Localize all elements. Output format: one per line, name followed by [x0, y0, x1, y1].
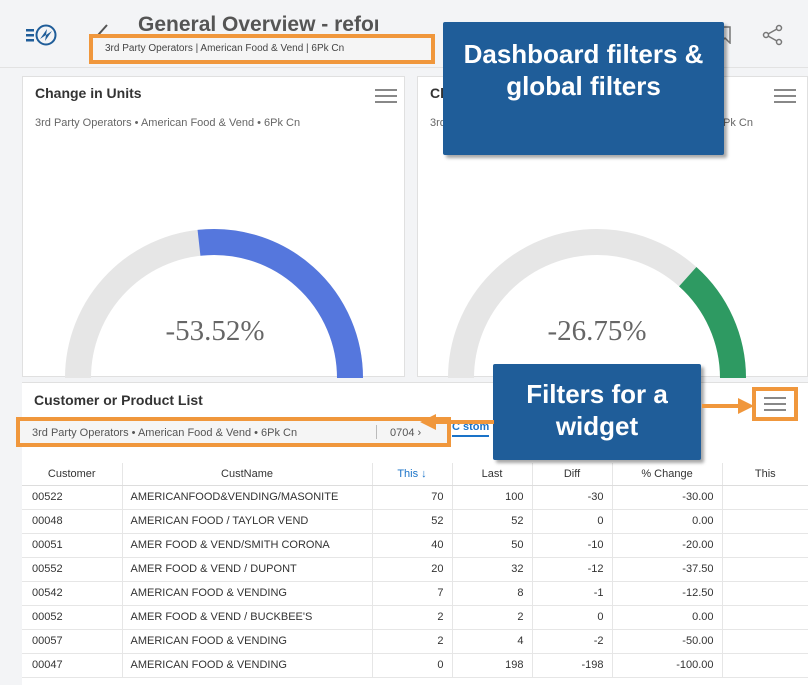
table-cell: 00048 — [22, 509, 122, 534]
widget-menu-button[interactable] — [752, 387, 798, 421]
widget-title: Customer or Product List — [34, 392, 203, 408]
table-cell: 7 — [371, 581, 452, 606]
table-cell: -2 — [531, 629, 612, 654]
table-cell: 2 — [371, 629, 452, 654]
widget-menu-icon[interactable] — [764, 397, 786, 413]
table-row[interactable]: 00522 AMERICANFOOD&VENDING/MASONITE 70 100-… — [22, 485, 808, 510]
table-cell: 4 — [451, 629, 532, 654]
table-cell: 20 — [371, 557, 452, 582]
table-cell: -37.50 — [611, 557, 722, 582]
table-cell: -10 — [531, 533, 612, 558]
column-header-diff[interactable]: Diff — [531, 463, 612, 486]
table-row[interactable]: 00047 AMERICAN FOOD & VENDING 0 198 -198 -100… — [22, 653, 808, 678]
table-cell: AMERICAN FOOD / TAYLOR VEND — [121, 509, 372, 534]
table-cell: 40 — [371, 533, 452, 558]
table-cell: AMERICANFOOD&VENDING/MASONITE — [121, 485, 372, 510]
callout-widget-filters: Filters for a widget — [493, 364, 701, 460]
table-cell: -50.00 — [611, 629, 722, 654]
table-cell: AMER FOOD & VEND/SMITH CORONA — [121, 533, 372, 558]
table-cell: 00542 — [22, 581, 122, 606]
column-header-custname[interactable]: CustName — [121, 463, 372, 486]
customer-table: Customer CustName This ↓ Last Diff % Cha… — [22, 463, 808, 678]
table-cell: 100 — [451, 485, 532, 510]
widget-filters-text: 3rd Party Operators • American Food & Ve… — [32, 427, 298, 439]
table-cell — [721, 533, 808, 558]
table-cell: -100.00 — [611, 653, 722, 678]
table-cell — [721, 557, 808, 582]
widget-filters-bar[interactable]: 3rd Party Operators • American Food & Ve… — [16, 417, 451, 447]
table-cell: 52 — [371, 509, 452, 534]
table-cell: AMERICAN FOOD & VENDING — [121, 653, 372, 678]
callout-arrow-right — [702, 398, 754, 414]
table-cell: 00057 — [22, 629, 122, 654]
table-cell: 2 — [451, 605, 532, 630]
callout-dashboard-filters: Dashboard filters & global filters — [443, 22, 724, 155]
table-cell — [721, 629, 808, 654]
column-header-customer[interactable]: Customer — [22, 463, 122, 486]
widget-filter-code[interactable]: 0704 › — [390, 427, 421, 439]
table-cell: -1 — [531, 581, 612, 606]
table-cell — [721, 485, 808, 510]
table-cell: 50 — [451, 533, 532, 558]
table-cell: 00047 — [22, 653, 122, 678]
app-logo-icon[interactable] — [26, 24, 62, 46]
table-cell: 32 — [451, 557, 532, 582]
table-cell: AMER FOOD & VEND / BUCKBEE'S — [121, 605, 372, 630]
table-cell: -198 — [531, 653, 612, 678]
table-cell: 2 — [371, 605, 452, 630]
gauge-value: -53.52% — [165, 315, 265, 347]
gauge-track — [448, 229, 746, 378]
column-header-this-2[interactable]: This — [721, 463, 808, 486]
table-row[interactable]: 00048 AMERICAN FOOD / TAYLOR VEND 52 52 0 0.0… — [22, 509, 808, 534]
table-cell: 0.00 — [611, 509, 722, 534]
table-cell: AMERICAN FOOD & VENDING — [121, 581, 372, 606]
table-cell: 70 — [371, 485, 452, 510]
table-cell: -30 — [531, 485, 612, 510]
filter-divider — [376, 425, 377, 439]
table-cell: 00552 — [22, 557, 122, 582]
table-cell: -12.50 — [611, 581, 722, 606]
table-cell: 0 — [531, 605, 612, 630]
table-row[interactable]: 00052 AMER FOOD & VEND / BUCKBEE'S 2 2 0 0.00 — [22, 605, 808, 630]
gauge-fill — [197, 229, 363, 378]
table-cell: 00052 — [22, 605, 122, 630]
table-cell: 0.00 — [611, 605, 722, 630]
table-cell: 0 — [531, 509, 612, 534]
table-cell: AMERICAN FOOD & VENDING — [121, 629, 372, 654]
gauge-value: -26.75% — [547, 315, 647, 347]
table-row[interactable]: 00552 AMER FOOD & VEND / DUPONT 20 32 -12 -37… — [22, 557, 808, 582]
column-header-this[interactable]: This ↓ — [371, 463, 452, 486]
table-cell: -20.00 — [611, 533, 722, 558]
dashboard-filters-bar[interactable]: 3rd Party Operators | American Food & Ve… — [89, 34, 435, 64]
table-cell — [721, 653, 808, 678]
table-cell: AMER FOOD & VEND / DUPONT — [121, 557, 372, 582]
gauge-card-change-in-units: Change in Units 3rd Party Operators • Am… — [22, 76, 405, 378]
table-cell: -30.00 — [611, 485, 722, 510]
share-icon[interactable] — [762, 24, 784, 46]
table-row[interactable]: 00051 AMER FOOD & VEND/SMITH CORONA 40 50 -1… — [22, 533, 808, 558]
table-cell: 0 — [371, 653, 452, 678]
table-cell: 00051 — [22, 533, 122, 558]
table-cell: 00522 — [22, 485, 122, 510]
table-cell — [721, 581, 808, 606]
table-cell: 198 — [451, 653, 532, 678]
table-row[interactable]: 00057 AMERICAN FOOD & VENDING 2 4 -2 -50.00 — [22, 629, 808, 654]
gauge-track — [65, 229, 363, 378]
table-cell — [721, 605, 808, 630]
table-cell: -12 — [531, 557, 612, 582]
table-cell — [721, 509, 808, 534]
callout-arrow-left — [420, 414, 494, 430]
table-cell: 52 — [451, 509, 532, 534]
column-header-last[interactable]: Last — [451, 463, 532, 486]
table-header-row: Customer CustName This ↓ Last Diff % Cha… — [22, 463, 808, 486]
table-cell: 8 — [451, 581, 532, 606]
dashboard-filters-text: 3rd Party Operators | American Food & Ve… — [105, 43, 345, 54]
table-row[interactable]: 00542 AMERICAN FOOD & VENDING 7 8 -1 -12.50 — [22, 581, 808, 606]
column-header-pct-change[interactable]: % Change — [611, 463, 722, 486]
